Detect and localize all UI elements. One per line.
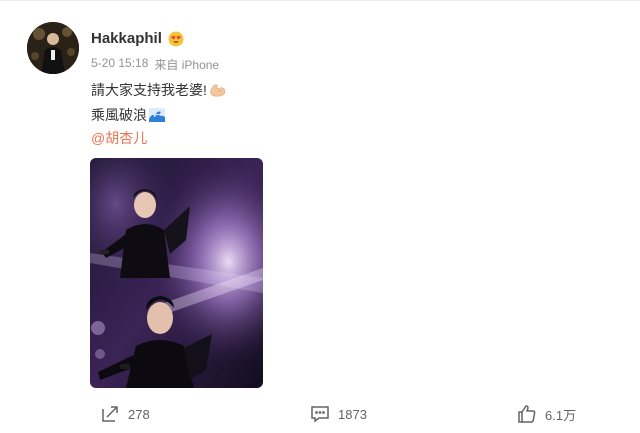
comment-count: 1873 (338, 406, 367, 422)
user-avatar-photo-icon (27, 22, 79, 74)
flexed-biceps-emoji-icon (209, 82, 226, 98)
post-text-line-2: 乘風破浪 (91, 105, 165, 125)
post-text-line-1: 請大家支持我老婆! (91, 80, 226, 100)
weibo-post-card: Hakkaphil 5-20 15:18 来自 iPhone 請大家支持我老婆!… (0, 0, 640, 433)
username-row: Hakkaphil (91, 30, 184, 47)
comment-button[interactable]: 1873 (310, 404, 367, 424)
forward-count: 278 (128, 406, 150, 422)
mention-link[interactable]: @胡杏儿 (91, 128, 147, 148)
heart-eyes-emoji-icon (168, 31, 184, 47)
like-count: 6.1万 (545, 407, 577, 423)
post-text: 請大家支持我老婆! (91, 82, 207, 98)
like-button[interactable]: 6.1万 (517, 404, 576, 424)
post-meta: 5-20 15:18 来自 iPhone (91, 56, 219, 73)
stage-performance-photo-icon (90, 158, 263, 388)
avatar[interactable] (27, 22, 79, 74)
water-wave-emoji-icon (149, 107, 165, 123)
post-source: 来自 iPhone (154, 58, 220, 72)
share-forward-icon (100, 404, 120, 424)
post-text: 乘風破浪 (91, 107, 147, 123)
comment-icon (310, 404, 330, 424)
action-bar: 278 1873 6.1万 (0, 404, 640, 430)
forward-button[interactable]: 278 (100, 404, 150, 424)
post-photo[interactable] (90, 158, 263, 388)
username[interactable]: Hakkaphil (91, 30, 162, 47)
post-time[interactable]: 5-20 15:18 (91, 56, 148, 73)
thumbs-up-icon (517, 404, 537, 424)
